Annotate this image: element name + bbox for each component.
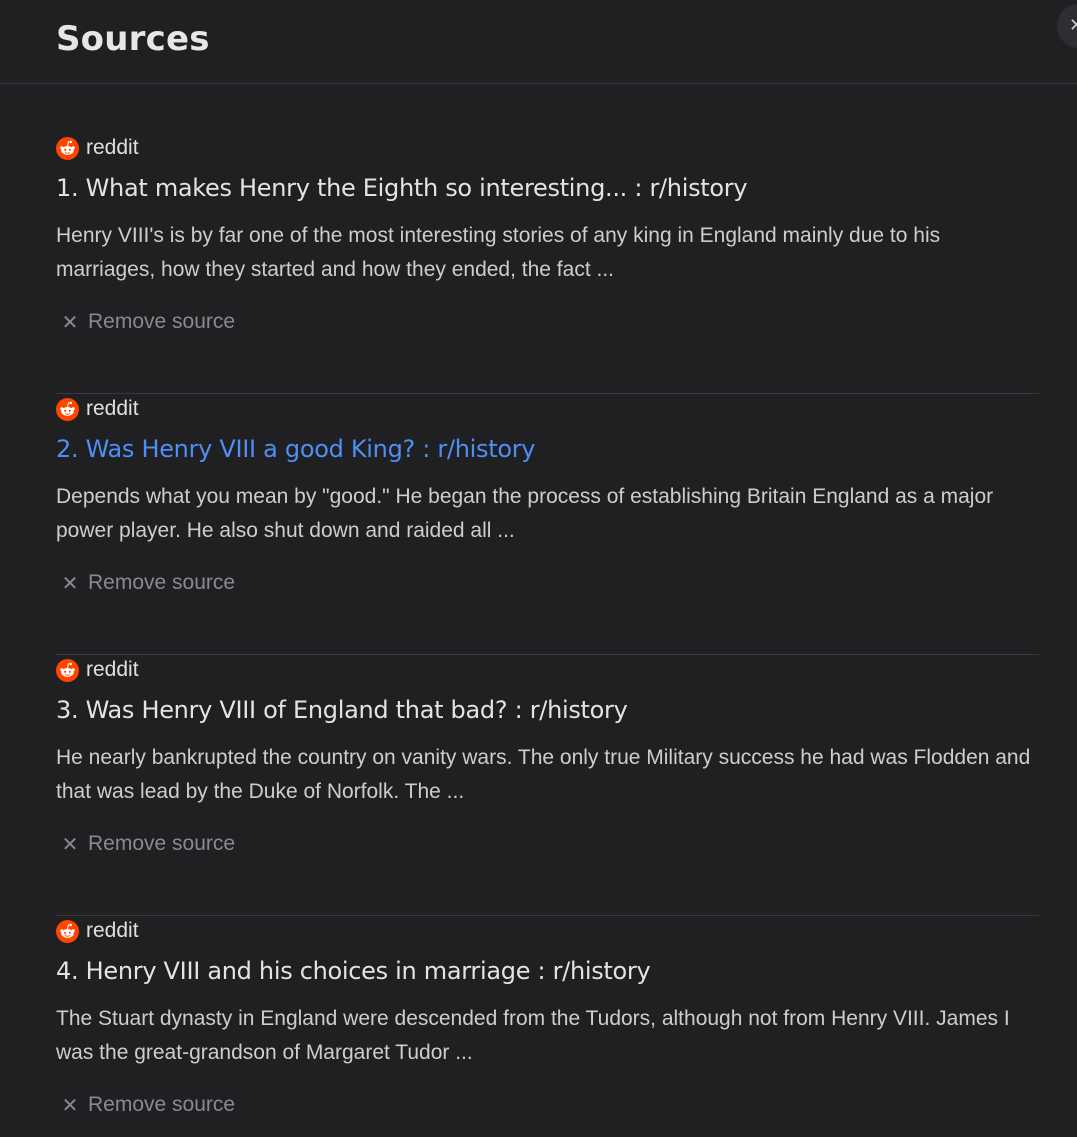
remove-source-button[interactable]: ✕ Remove source [60,1090,235,1120]
site-row: reddit [56,916,139,946]
reddit-icon [56,397,79,421]
close-icon: ✕ [61,832,79,856]
source-snippet: Henry VIII's is by far one of the most i… [56,224,941,281]
source-title-link[interactable]: 1. What makes Henry the Eighth so intere… [56,174,748,202]
site-name: reddit [86,136,139,159]
source-list: reddit 1. What makes Henry the Eighth so… [56,133,1039,1137]
site-row: reddit [56,655,139,685]
source-card: reddit 2. Was Henry VIII a good King? : … [56,394,1039,655]
site-row: reddit [56,133,139,163]
remove-source-label: Remove source [88,310,236,333]
panel-header: Sources ✕ [0,0,1077,84]
source-card: reddit 3. Was Henry VIII of England that… [56,655,1039,916]
remove-source-label: Remove source [88,571,236,594]
remove-source-button[interactable]: ✕ Remove source [60,307,235,337]
source-snippet: Depends what you mean by "good." He bega… [56,485,994,542]
close-button[interactable]: ✕ [1057,4,1077,48]
remove-source-label: Remove source [88,832,236,855]
source-title-link[interactable]: 2. Was Henry VIII a good King? : r/histo… [56,435,536,463]
reddit-icon [56,136,79,160]
close-icon: ✕ [61,310,79,334]
source-card: reddit 1. What makes Henry the Eighth so… [56,133,1039,394]
reddit-icon [56,658,79,682]
remove-source-button[interactable]: ✕ Remove source [60,829,235,859]
remove-source-button[interactable]: ✕ Remove source [60,568,235,598]
close-icon: ✕ [61,1093,79,1117]
site-name: reddit [86,919,139,942]
source-snippet: He nearly bankrupted the country on vani… [56,746,1031,803]
close-icon: ✕ [61,571,79,595]
source-title-link[interactable]: 3. Was Henry VIII of England that bad? :… [56,696,628,724]
source-snippet: The Stuart dynasty in England were desce… [56,1007,1010,1064]
site-name: reddit [86,658,139,681]
page-title: Sources [56,19,210,59]
site-name: reddit [86,397,139,420]
reddit-icon [56,919,79,943]
sources-panel: Sources ✕ reddit 1. What makes Henry the… [0,0,1077,1137]
remove-source-label: Remove source [88,1093,236,1116]
source-title-link[interactable]: 4. Henry VIII and his choices in marriag… [56,957,651,985]
source-card: reddit 4. Henry VIII and his choices in … [56,916,1039,1137]
site-row: reddit [56,394,139,424]
